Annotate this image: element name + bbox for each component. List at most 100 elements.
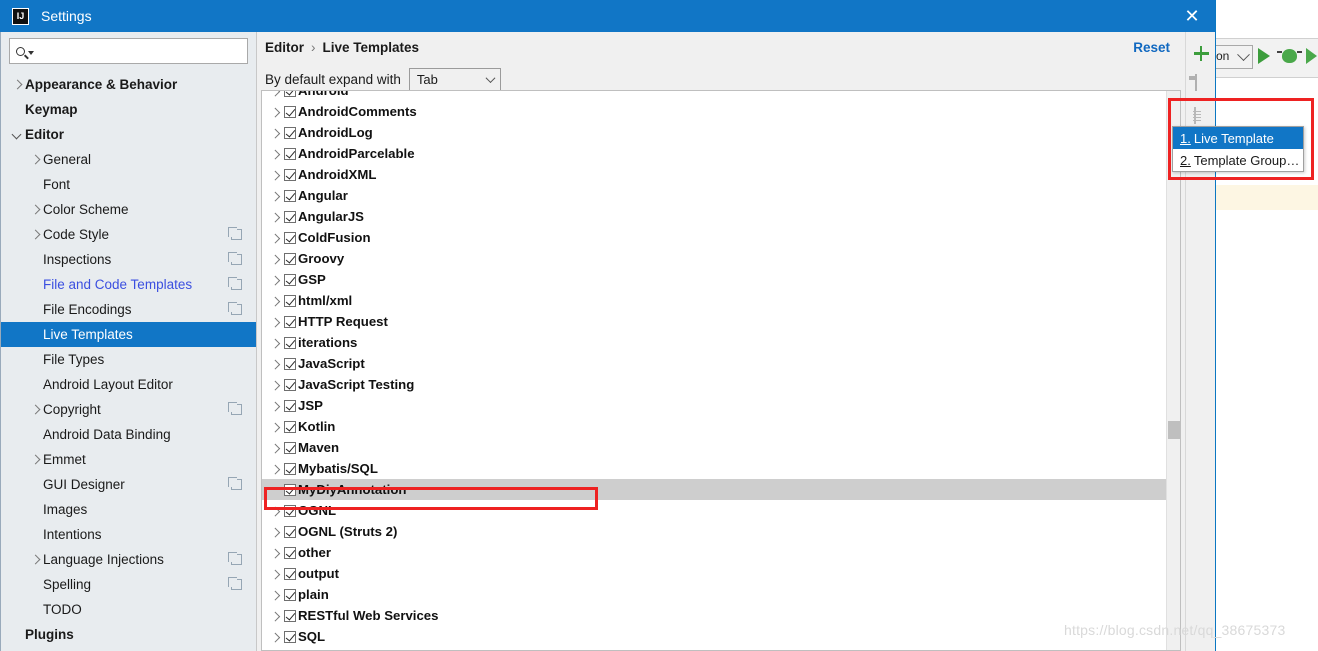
run-play-icon[interactable] [1258, 48, 1270, 64]
sidebar-item-gui-designer[interactable]: GUI Designer [1, 472, 256, 497]
sidebar-item-plugins[interactable]: Plugins [1, 622, 256, 647]
template-group-row[interactable]: HTTP Request [262, 311, 1180, 332]
template-group-row[interactable]: AndroidParcelable [262, 143, 1180, 164]
chevron-right-icon[interactable] [268, 336, 284, 350]
reset-link[interactable]: Reset [1133, 40, 1170, 55]
template-group-row[interactable]: RESTful Web Services [262, 605, 1180, 626]
template-group-row[interactable]: AndroidComments [262, 101, 1180, 122]
sidebar-item-emmet[interactable]: Emmet [1, 447, 256, 472]
chevron-right-icon[interactable] [29, 153, 43, 167]
chevron-right-icon[interactable] [268, 105, 284, 119]
sidebar-item-appearance-behavior[interactable]: Appearance & Behavior [1, 72, 256, 97]
sidebar-item-font[interactable]: Font [1, 172, 256, 197]
template-group-checkbox[interactable] [284, 441, 296, 454]
template-group-list[interactable]: Android AndroidComments AndroidLog AndroidP… [261, 90, 1181, 651]
chevron-right-icon[interactable] [268, 504, 284, 518]
chevron-right-icon[interactable] [268, 525, 284, 539]
template-group-row[interactable]: AndroidXML [262, 164, 1180, 185]
sidebar-item-general[interactable]: General [1, 147, 256, 172]
chevron-right-icon[interactable] [268, 462, 284, 476]
copy-settings-icon[interactable] [228, 402, 242, 415]
template-group-checkbox[interactable] [284, 273, 296, 286]
sidebar-item-language-injections[interactable]: Language Injections [1, 547, 256, 572]
copy-settings-icon[interactable] [228, 302, 242, 315]
template-group-checkbox[interactable] [284, 399, 296, 412]
chevron-right-icon[interactable] [268, 294, 284, 308]
sidebar-item-todo[interactable]: TODO [1, 597, 256, 622]
template-group-row[interactable]: iterations [262, 332, 1180, 353]
template-group-checkbox[interactable] [284, 630, 296, 643]
close-icon[interactable]: ✕ [1169, 0, 1215, 32]
chevron-right-icon[interactable] [29, 203, 43, 217]
template-group-checkbox[interactable] [284, 567, 296, 580]
template-group-row[interactable]: JavaScript Testing [262, 374, 1180, 395]
copy-settings-icon[interactable] [228, 577, 242, 590]
sidebar-item-file-encodings[interactable]: File Encodings [1, 297, 256, 322]
chevron-right-icon[interactable] [268, 546, 284, 560]
chevron-right-icon[interactable] [268, 630, 284, 644]
sidebar-item-android-layout-editor[interactable]: Android Layout Editor [1, 372, 256, 397]
template-group-row[interactable]: Angular [262, 185, 1180, 206]
template-group-checkbox[interactable] [284, 252, 296, 265]
template-group-checkbox[interactable] [284, 126, 296, 139]
chevron-right-icon[interactable] [268, 189, 284, 203]
template-group-checkbox[interactable] [284, 336, 296, 349]
chevron-right-icon[interactable] [268, 567, 284, 581]
template-group-checkbox[interactable] [284, 504, 296, 517]
template-group-row[interactable]: html/xml [262, 290, 1180, 311]
chevron-right-icon[interactable] [29, 228, 43, 242]
template-group-row[interactable]: Groovy [262, 248, 1180, 269]
sidebar-item-copyright[interactable]: Copyright [1, 397, 256, 422]
sidebar-item-images[interactable]: Images [1, 497, 256, 522]
sidebar-item-keymap[interactable]: Keymap [1, 97, 256, 122]
template-group-row[interactable]: AndroidLog [262, 122, 1180, 143]
chevron-right-icon[interactable] [29, 453, 43, 467]
template-group-row[interactable]: AngularJS [262, 206, 1180, 227]
template-group-checkbox[interactable] [284, 189, 296, 202]
chevron-right-icon[interactable] [268, 420, 284, 434]
popup-menu-item[interactable]: 1. Live Template [1173, 127, 1303, 149]
template-group-checkbox[interactable] [284, 462, 296, 475]
template-group-row[interactable]: OGNL [262, 500, 1180, 521]
template-group-row[interactable]: OGNL (Struts 2) [262, 521, 1180, 542]
list-scrollbar[interactable] [1166, 91, 1180, 650]
copy-settings-icon[interactable] [228, 277, 242, 290]
template-group-checkbox[interactable] [284, 609, 296, 622]
popup-menu-item[interactable]: 2. Template Group… [1173, 149, 1303, 171]
template-group-row[interactable]: JSP [262, 395, 1180, 416]
chevron-right-icon[interactable] [268, 210, 284, 224]
template-group-checkbox[interactable] [284, 210, 296, 223]
copy-settings-icon[interactable] [228, 227, 242, 240]
template-group-row[interactable]: other [262, 542, 1180, 563]
template-group-checkbox[interactable] [284, 420, 296, 433]
sidebar-item-code-style[interactable]: Code Style [1, 222, 256, 247]
chevron-down-icon[interactable] [11, 128, 25, 142]
template-group-checkbox[interactable] [284, 357, 296, 370]
chevron-right-icon[interactable] [268, 588, 284, 602]
template-group-row[interactable]: Android [262, 91, 1180, 101]
debug-run-icon[interactable] [1306, 48, 1317, 64]
template-group-row[interactable]: Kotlin [262, 416, 1180, 437]
chevron-right-icon[interactable] [268, 231, 284, 245]
template-group-checkbox[interactable] [284, 546, 296, 559]
sidebar-item-live-templates[interactable]: Live Templates [1, 322, 256, 347]
sidebar-item-intentions[interactable]: Intentions [1, 522, 256, 547]
chevron-right-icon[interactable] [268, 168, 284, 182]
sidebar-item-file-and-code-templates[interactable]: File and Code Templates [1, 272, 256, 297]
template-group-checkbox[interactable] [284, 231, 296, 244]
template-group-row[interactable]: GSP [262, 269, 1180, 290]
template-group-checkbox[interactable] [284, 315, 296, 328]
breadcrumb-root[interactable]: Editor [265, 40, 304, 55]
chevron-right-icon[interactable] [11, 78, 25, 92]
template-group-row[interactable]: ColdFusion [262, 227, 1180, 248]
chevron-right-icon[interactable] [268, 252, 284, 266]
copy-settings-icon[interactable] [228, 252, 242, 265]
template-group-row[interactable]: Mybatis/SQL [262, 458, 1180, 479]
template-group-checkbox[interactable] [284, 105, 296, 118]
run-configuration-combo[interactable]: on [1213, 45, 1253, 69]
chevron-right-icon[interactable] [268, 147, 284, 161]
chevron-right-icon[interactable] [268, 357, 284, 371]
chevron-right-icon[interactable] [268, 378, 284, 392]
copy-settings-icon[interactable] [228, 477, 242, 490]
add-button[interactable] [1190, 42, 1212, 64]
